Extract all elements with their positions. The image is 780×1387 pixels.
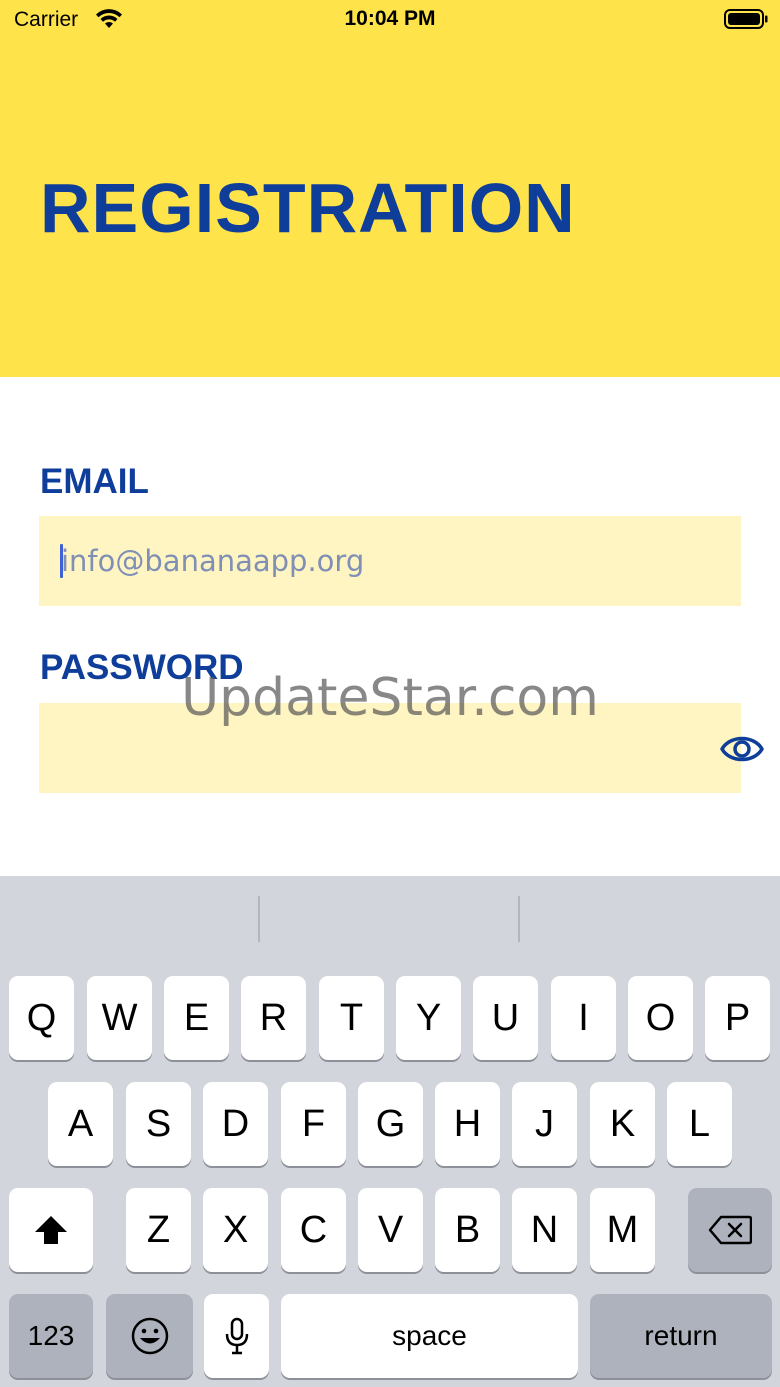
registration-screen: Carrier 10:04 PM REGISTRATION EMAIL PASS… (0, 0, 780, 1387)
suggestion-divider (518, 896, 520, 942)
key-z[interactable]: Z (126, 1188, 191, 1272)
key-k[interactable]: K (590, 1082, 655, 1166)
key-l[interactable]: L (667, 1082, 732, 1166)
page-title: REGISTRATION (40, 169, 576, 247)
emoji-key[interactable] (106, 1294, 193, 1378)
key-e[interactable]: E (164, 976, 229, 1060)
microphone-key[interactable] (204, 1294, 269, 1378)
on-screen-keyboard: Q W E R T Y U I O P A S D F G H J K L Z … (0, 876, 780, 1387)
key-x[interactable]: X (203, 1188, 268, 1272)
key-i[interactable]: I (551, 976, 616, 1060)
numbers-key[interactable]: 123 (9, 1294, 93, 1378)
email-label: EMAIL (40, 462, 149, 501)
email-field-container[interactable] (39, 516, 741, 606)
key-f[interactable]: F (281, 1082, 346, 1166)
key-n[interactable]: N (512, 1188, 577, 1272)
key-d[interactable]: D (203, 1082, 268, 1166)
shift-icon (35, 1216, 67, 1244)
key-g[interactable]: G (358, 1082, 423, 1166)
key-r[interactable]: R (241, 976, 306, 1060)
space-key[interactable]: space (281, 1294, 578, 1378)
suggestion-divider (258, 896, 260, 942)
key-o[interactable]: O (628, 976, 693, 1060)
key-a[interactable]: A (48, 1082, 113, 1166)
header-banner: Carrier 10:04 PM REGISTRATION (0, 0, 780, 377)
key-b[interactable]: B (435, 1188, 500, 1272)
status-bar: Carrier 10:04 PM (0, 0, 780, 40)
return-key[interactable]: return (590, 1294, 772, 1378)
key-w[interactable]: W (87, 976, 152, 1060)
key-m[interactable]: M (590, 1188, 655, 1272)
key-h[interactable]: H (435, 1082, 500, 1166)
password-input[interactable] (61, 703, 681, 793)
eye-icon[interactable] (719, 727, 765, 771)
status-time: 10:04 PM (344, 7, 436, 30)
key-u[interactable]: U (473, 976, 538, 1060)
email-input[interactable] (61, 516, 681, 606)
key-c[interactable]: C (281, 1188, 346, 1272)
emoji-icon (131, 1317, 168, 1355)
key-q[interactable]: Q (9, 976, 74, 1060)
key-s[interactable]: S (126, 1082, 191, 1166)
password-field-container[interactable] (39, 703, 764, 793)
password-label: PASSWORD (40, 648, 244, 687)
key-v[interactable]: V (358, 1188, 423, 1272)
microphone-icon (225, 1317, 248, 1355)
key-j[interactable]: J (512, 1082, 577, 1166)
key-y[interactable]: Y (396, 976, 461, 1060)
delete-key[interactable] (688, 1188, 772, 1272)
key-p[interactable]: P (705, 976, 770, 1060)
backspace-icon (708, 1215, 752, 1245)
shift-key[interactable] (9, 1188, 93, 1272)
key-t[interactable]: T (319, 976, 384, 1060)
battery-icon (724, 9, 768, 29)
